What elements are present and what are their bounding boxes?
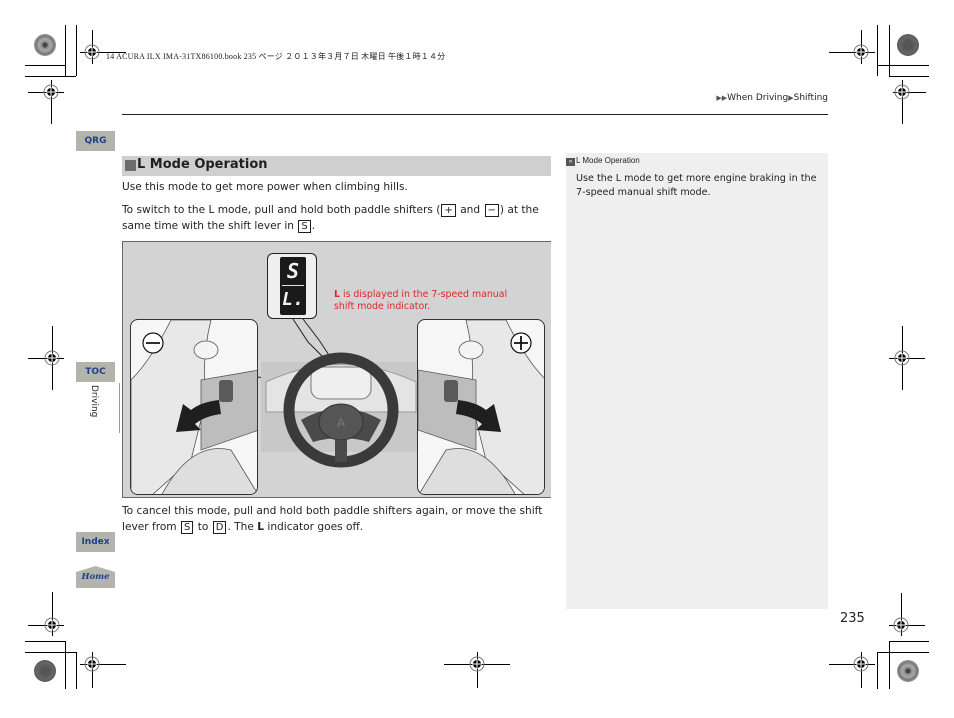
registration-mark-icon xyxy=(853,656,869,672)
s-position-key: S xyxy=(181,521,194,534)
d-position-key: D xyxy=(212,521,227,534)
display-l-glyph: L. xyxy=(282,289,304,310)
text-span: indicator goes off. xyxy=(264,521,364,533)
switch-paragraph: To switch to the L mode, pull and hold b… xyxy=(122,202,554,234)
index-tab[interactable]: Index xyxy=(76,532,115,552)
section-divider xyxy=(119,383,120,433)
note-title-text[interactable]: L Mode Operation xyxy=(576,156,640,165)
plus-circle-icon xyxy=(510,332,532,354)
indicator-caption: L is displayed in the 7-speed manual shif… xyxy=(334,289,508,312)
home-label: Home xyxy=(81,572,110,582)
toc-tab[interactable]: TOC xyxy=(76,362,115,382)
minus-paddle-key: − xyxy=(484,204,499,217)
registration-mark-icon xyxy=(469,656,485,672)
note-title: » L Mode Operation xyxy=(566,156,640,166)
registration-mark-icon xyxy=(894,84,910,100)
registration-mark-icon xyxy=(853,44,869,60)
section-label: Driving xyxy=(89,385,99,418)
display-separator xyxy=(282,285,304,286)
plus-paddle-panel xyxy=(417,319,545,495)
plus-paddle-key: + xyxy=(441,204,456,217)
intro-paragraph: Use this mode to get more power when cli… xyxy=(122,181,408,193)
cancel-paragraph: To cancel this mode, pull and hold both … xyxy=(122,503,554,535)
section-title: L Mode Operation xyxy=(137,157,268,172)
text-span: . xyxy=(311,220,316,232)
paddle-shifter-illustration: S L. L is displayed in the 7-speed manua… xyxy=(122,241,551,498)
reference-arrow-icon: » xyxy=(566,158,575,166)
text-span: and xyxy=(456,204,484,216)
section-heading: L Mode Operation xyxy=(122,156,551,176)
color-rosette-mark xyxy=(34,660,56,682)
registration-mark-icon xyxy=(84,656,100,672)
shift-indicator-callout: S L. xyxy=(267,253,317,319)
registration-mark-icon xyxy=(84,44,100,60)
print-header: 14 ACURA ILX IMA-31TX86100.book 235 ページ … xyxy=(106,52,446,61)
registration-mark-icon xyxy=(43,84,59,100)
caption-bold: L xyxy=(334,289,340,300)
s-position-key: S xyxy=(298,220,311,233)
color-rosette-mark xyxy=(34,34,56,56)
heading-square-icon xyxy=(125,160,136,171)
registration-mark-icon xyxy=(893,617,909,633)
color-rosette-mark xyxy=(897,34,919,56)
minus-circle-icon xyxy=(142,332,164,354)
double-triangle-right-icon: ▶▶ xyxy=(716,94,728,102)
note-body: Use the L mode to get more engine brakin… xyxy=(576,173,817,198)
breadcrumb-item-when-driving[interactable]: When Driving xyxy=(727,93,788,103)
text-span: . The xyxy=(227,521,258,533)
qrg-tab[interactable]: QRG xyxy=(76,131,115,151)
svg-text:A: A xyxy=(337,416,346,430)
registration-mark-icon xyxy=(894,350,910,366)
text-span: To switch to the L mode, pull and hold b… xyxy=(122,204,441,216)
page-number: 235 xyxy=(840,611,865,626)
caption-line2: shift mode indicator. xyxy=(334,301,431,312)
steering-wheel-image: A xyxy=(261,352,421,468)
breadcrumb: ▶▶When Driving▶Shifting xyxy=(716,93,828,103)
registration-mark-icon xyxy=(44,350,60,366)
sidebar-note: » L Mode Operation Use the L mode to get … xyxy=(566,153,828,609)
registration-mark-icon xyxy=(44,617,60,633)
l-indicator-bold: L xyxy=(257,521,265,533)
header-divider xyxy=(122,114,828,115)
minus-paddle-panel xyxy=(130,319,258,495)
color-rosette-mark xyxy=(897,660,919,682)
home-tab[interactable]: Home xyxy=(76,566,115,588)
breadcrumb-item-shifting[interactable]: Shifting xyxy=(794,93,828,103)
display-s-glyph: S xyxy=(286,259,300,283)
shift-mode-display: S L. xyxy=(280,257,306,315)
text-span: to xyxy=(194,521,212,533)
